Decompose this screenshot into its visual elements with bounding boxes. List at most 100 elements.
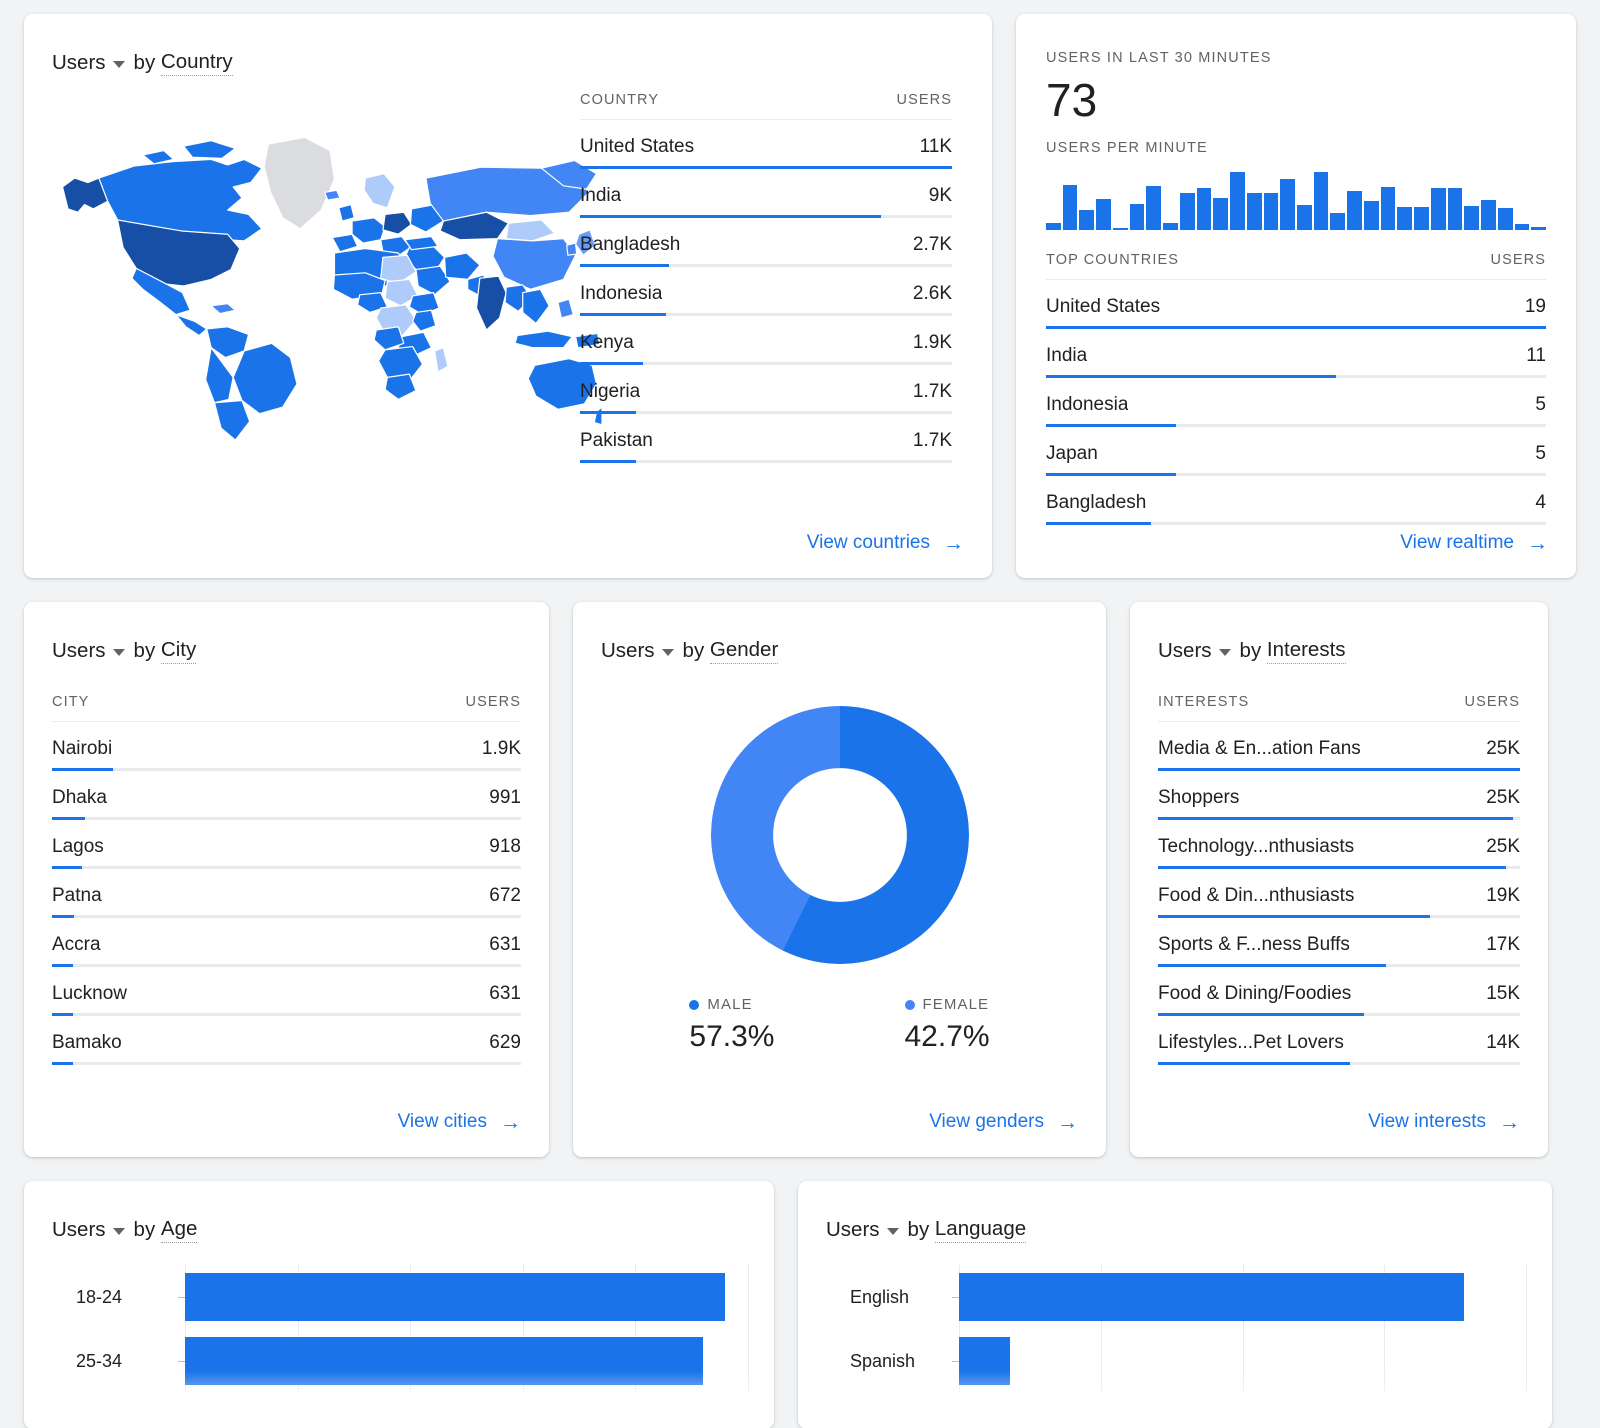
sparkline-bar <box>1448 188 1463 230</box>
view-realtime-link[interactable]: View realtime → <box>1400 532 1548 554</box>
language-bar-chart[interactable]: English Spanish <box>798 1243 1552 1393</box>
world-map-choropleth[interactable] <box>24 76 580 446</box>
users-per-minute-sparkline[interactable] <box>1046 172 1546 230</box>
table-row[interactable]: Lagos918 <box>52 820 521 869</box>
row-value: 1.9K <box>482 738 521 760</box>
sparkline-bar <box>1364 201 1379 230</box>
chevron-down-icon[interactable] <box>113 649 125 656</box>
table-row[interactable]: Lifestyles...Pet Lovers14K <box>1158 1016 1520 1065</box>
table-row[interactable]: India11 <box>1046 329 1546 378</box>
bar-label: Spanish <box>824 1351 959 1372</box>
metric-selector-label[interactable]: Users <box>52 639 106 663</box>
view-countries-link[interactable]: View countries → <box>807 532 964 554</box>
legend-pct-male: 57.3% <box>689 1020 774 1054</box>
table-row[interactable]: Indonesia5 <box>1046 378 1546 427</box>
table-row[interactable]: Shoppers25K <box>1158 771 1520 820</box>
metric-selector-label[interactable]: Users <box>826 1218 880 1242</box>
metric-selector-label[interactable]: Users <box>1158 639 1212 663</box>
row-label: Indonesia <box>1046 394 1128 416</box>
chevron-down-icon[interactable] <box>113 1228 125 1235</box>
age-bar-chart[interactable]: 18-2425-34 <box>24 1243 774 1393</box>
chevron-down-icon[interactable] <box>887 1228 899 1235</box>
column-header-value: USERS <box>897 92 952 108</box>
view-genders-link[interactable]: View genders → <box>929 1111 1078 1133</box>
row-label: United States <box>580 136 694 158</box>
table-row[interactable]: Media & En...ation Fans25K <box>1158 722 1520 771</box>
card-users-by-gender: Users by Gender MALE 57.3% <box>573 602 1106 1157</box>
table-row[interactable]: Japan5 <box>1046 427 1546 476</box>
table-row[interactable]: Indonesia 2.6K <box>580 267 952 316</box>
gender-donut-chart[interactable] <box>573 706 1106 964</box>
arrow-right-icon: → <box>500 1112 521 1133</box>
card-title-age: Users by Age <box>24 1181 774 1243</box>
dimension-selector-gender[interactable]: Gender <box>710 638 778 664</box>
axis-tick <box>178 1361 185 1362</box>
row-progress-fill <box>1158 1062 1350 1065</box>
table-row[interactable]: Food & Dining/Foodies15K <box>1158 967 1520 1016</box>
row-label: Indonesia <box>580 283 662 305</box>
sparkline-bar <box>1280 179 1295 230</box>
table-row[interactable]: Bamako629 <box>52 1016 521 1065</box>
row-value: 672 <box>489 885 521 907</box>
table-row[interactable]: Food & Din...nthusiasts19K <box>1158 869 1520 918</box>
view-cities-link[interactable]: View cities → <box>398 1111 521 1133</box>
table-row[interactable]: United States19 <box>1046 280 1546 329</box>
table-row[interactable]: Lucknow631 <box>52 967 521 1016</box>
row-value: 25K <box>1486 787 1520 809</box>
metric-selector-label[interactable]: Users <box>52 51 106 75</box>
sparkline-bar <box>1330 213 1345 231</box>
users-per-minute-caption: USERS PER MINUTE <box>1046 140 1546 156</box>
dimension-selector-country[interactable]: Country <box>161 50 233 76</box>
dimension-selector-age[interactable]: Age <box>161 1217 197 1243</box>
table-row[interactable]: India9K <box>580 169 952 218</box>
city-table: CITY USERS Nairobi1.9KDhaka991Lagos918Pa… <box>24 694 549 1065</box>
table-row[interactable]: United States11K <box>580 120 952 169</box>
row-value: 631 <box>489 934 521 956</box>
sparkline-bar <box>1481 200 1496 230</box>
chevron-down-icon[interactable] <box>113 61 125 68</box>
table-row[interactable]: Technology...nthusiasts25K <box>1158 820 1520 869</box>
chevron-down-icon[interactable] <box>1219 649 1231 656</box>
table-row[interactable]: Dhaka991 <box>52 771 521 820</box>
bar-row[interactable]: Spanish <box>824 1329 1526 1393</box>
bar-row[interactable]: 18-24 <box>50 1265 748 1329</box>
realtime-top-countries-table: TOP COUNTRIES USERS United States19India… <box>1046 252 1546 525</box>
column-header-dimension: TOP COUNTRIES <box>1046 252 1179 268</box>
sparkline-bar <box>1230 172 1245 230</box>
view-cities-label: View cities <box>398 1111 487 1133</box>
dimension-selector-language[interactable]: Language <box>935 1217 1026 1243</box>
table-row[interactable]: Accra631 <box>52 918 521 967</box>
table-row[interactable]: Nigeria1.7K <box>580 365 952 414</box>
table-row[interactable]: Patna672 <box>52 869 521 918</box>
sparkline-bar <box>1180 193 1195 230</box>
arrow-right-icon: → <box>943 533 964 554</box>
dimension-selector-interests[interactable]: Interests <box>1267 638 1346 664</box>
gridline <box>1243 1329 1244 1393</box>
table-row[interactable]: Bangladesh4 <box>1046 476 1546 525</box>
row-progress-fill <box>580 460 636 463</box>
row-label: Media & En...ation Fans <box>1158 738 1361 760</box>
column-header-value: USERS <box>1465 694 1520 710</box>
metric-selector-label[interactable]: Users <box>601 639 655 663</box>
table-row[interactable]: Bangladesh2.7K <box>580 218 952 267</box>
table-row[interactable]: Pakistan1.7K <box>580 414 952 463</box>
table-row[interactable]: Sports & F...ness Buffs17K <box>1158 918 1520 967</box>
row-label: Bamako <box>52 1032 122 1054</box>
table-row[interactable]: Kenya1.9K <box>580 316 952 365</box>
arrow-right-icon: → <box>1057 1112 1078 1133</box>
row-value: 2.6K <box>913 283 952 305</box>
chevron-down-icon[interactable] <box>662 649 674 656</box>
bar-row[interactable]: 25-34 <box>50 1329 748 1393</box>
legend-item-female: FEMALE 42.7% <box>905 996 990 1054</box>
dimension-selector-city[interactable]: City <box>161 638 196 664</box>
sparkline-bar <box>1146 186 1161 230</box>
view-interests-link[interactable]: View interests → <box>1368 1111 1520 1133</box>
view-interests-label: View interests <box>1368 1111 1486 1133</box>
row-value: 11 <box>1526 345 1546 367</box>
bar-row[interactable]: English <box>824 1265 1526 1329</box>
table-row[interactable]: Nairobi1.9K <box>52 722 521 771</box>
row-value: 15K <box>1486 983 1520 1005</box>
language-bar-rows: English Spanish <box>824 1265 1526 1393</box>
metric-selector-label[interactable]: Users <box>52 1218 106 1242</box>
card-title-gender: Users by Gender <box>573 602 1106 664</box>
